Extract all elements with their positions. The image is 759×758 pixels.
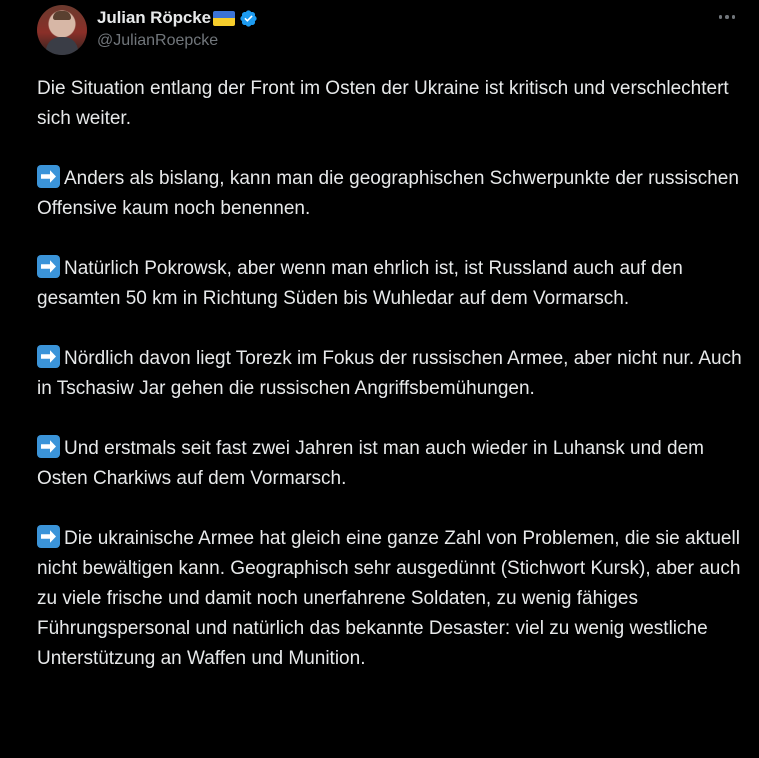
display-name[interactable]: Julian Röpcke [97, 8, 211, 28]
tweet-paragraph-intro: Die Situation entlang der Front im Osten… [37, 78, 729, 129]
bullet-text: Und erstmals seit fast zwei Jahren ist m… [37, 438, 704, 489]
handle[interactable]: @JulianRoepcke [97, 32, 258, 50]
tweet-paragraph: Anders als bislang, kann man die geograp… [37, 164, 753, 224]
verified-badge-icon[interactable] [239, 9, 258, 28]
bullet-text: Natürlich Pokrowsk, aber wenn man ehrlic… [37, 258, 683, 309]
author-names: Julian Röpcke @JulianRoepcke [97, 7, 258, 50]
tweet-paragraph: Nördlich davon liegt Torezk im Fokus der… [37, 344, 753, 404]
tweet-paragraph: Und erstmals seit fast zwei Jahren ist m… [37, 434, 753, 494]
right-arrow-emoji-icon [37, 525, 60, 548]
avatar[interactable] [37, 5, 87, 55]
right-arrow-emoji-icon [37, 435, 60, 458]
ukraine-flag-icon [212, 10, 235, 26]
tweet-paragraph: Die ukrainische Armee hat gleich eine ga… [37, 524, 753, 674]
right-arrow-emoji-icon [37, 165, 60, 188]
bullet-text: Die ukrainische Armee hat gleich eine ga… [37, 528, 741, 669]
tweet-header: Julian Röpcke @JulianRoepcke [37, 5, 739, 57]
tweet: Julian Röpcke @JulianRoepcke Die Situati… [0, 0, 759, 758]
bullet-text: Anders als bislang, kann man die geograp… [37, 168, 739, 219]
right-arrow-emoji-icon [37, 255, 60, 278]
more-options-icon[interactable] [715, 9, 739, 25]
tweet-paragraph: Natürlich Pokrowsk, aber wenn man ehrlic… [37, 254, 753, 314]
tweet-text: Die Situation entlang der Front im Osten… [37, 74, 753, 704]
bullet-text: Nördlich davon liegt Torezk im Fokus der… [37, 348, 742, 399]
right-arrow-emoji-icon [37, 345, 60, 368]
